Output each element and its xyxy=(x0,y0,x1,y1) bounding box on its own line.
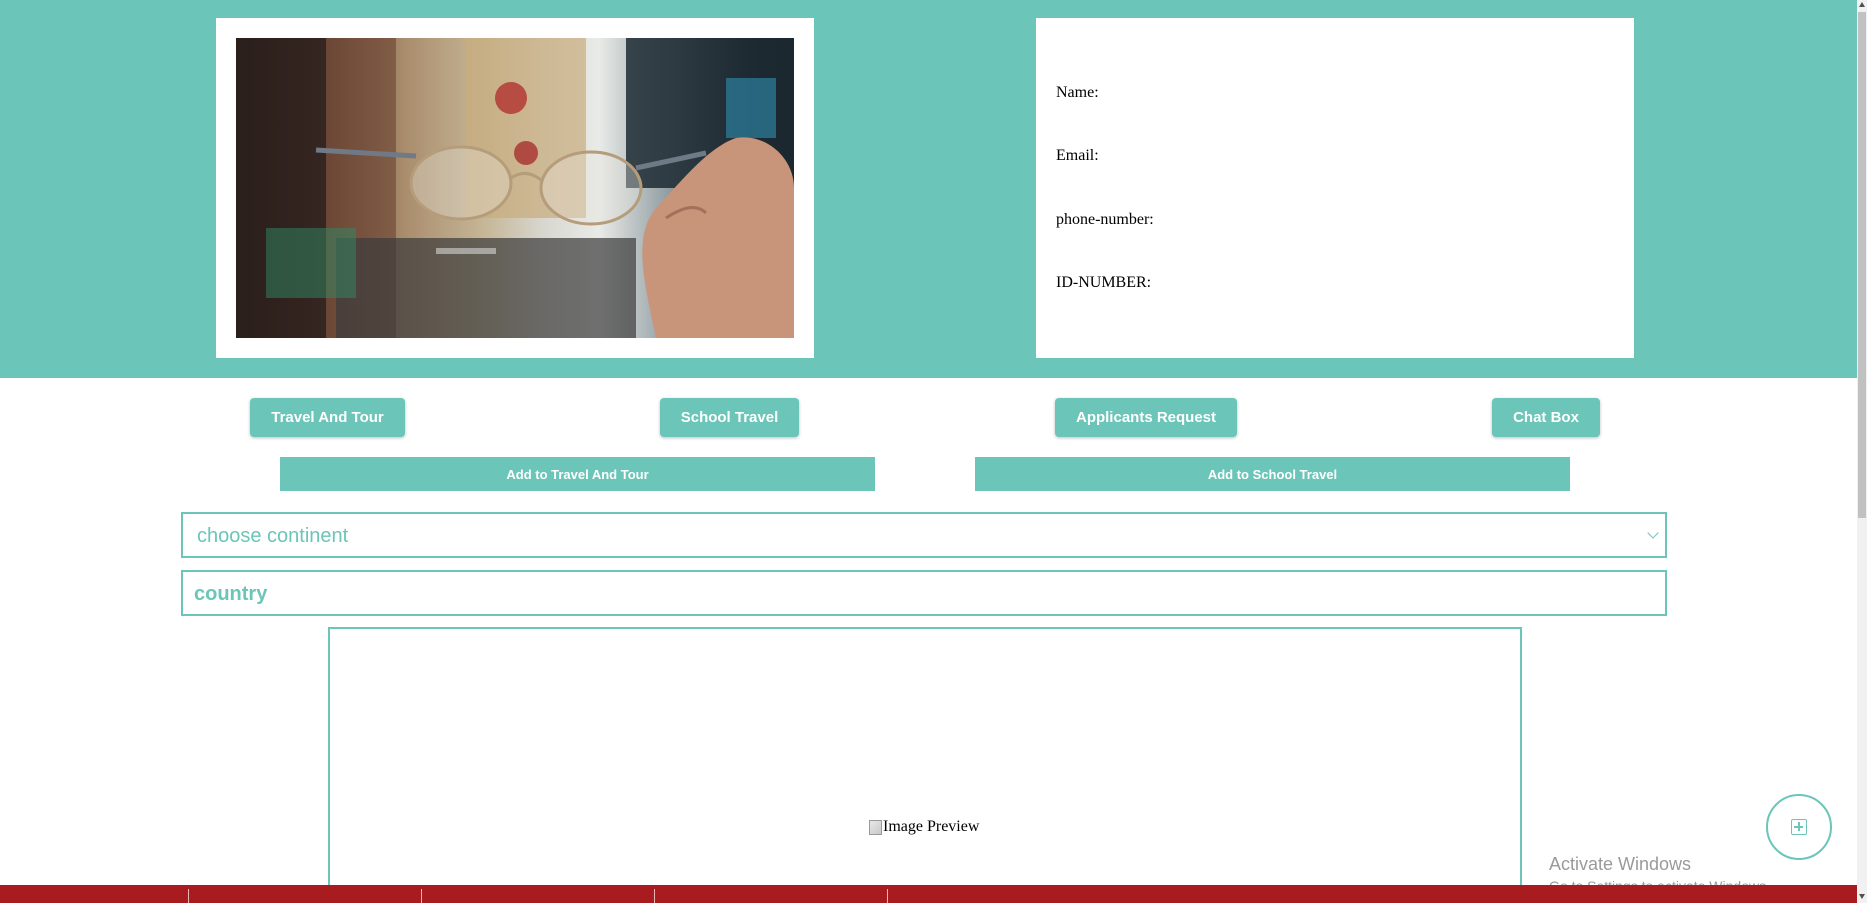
country-input[interactable]: country xyxy=(181,570,1667,616)
travel-and-tour-button[interactable]: Travel And Tour xyxy=(250,398,405,437)
image-preview-alt: Image Preview xyxy=(883,818,980,835)
school-travel-button[interactable]: School Travel xyxy=(660,398,799,437)
image-preview: Image Preview xyxy=(869,818,979,836)
broken-image-icon xyxy=(869,819,882,835)
scroll-up-arrow-icon[interactable] xyxy=(1859,2,1865,7)
country-placeholder: country xyxy=(194,583,268,605)
footer-divider xyxy=(188,889,189,903)
footer-divider xyxy=(887,889,888,903)
name-label: Name: xyxy=(1056,84,1099,101)
chevron-down-icon xyxy=(1647,527,1659,539)
profile-card: Name: Email: phone-number: ID-NUMBER: xyxy=(1036,18,1634,358)
header-band: Name: Email: phone-number: ID-NUMBER: xyxy=(0,0,1857,378)
add-square-icon xyxy=(1791,819,1807,835)
email-label: Email: xyxy=(1056,147,1099,164)
footer-divider xyxy=(654,889,655,903)
add-fab-button[interactable] xyxy=(1766,794,1832,860)
add-to-travel-and-tour-button[interactable]: Add to Travel And Tour xyxy=(280,457,875,491)
photo-card xyxy=(216,18,814,358)
header-photo xyxy=(236,38,794,338)
scroll-thumb[interactable] xyxy=(1858,12,1866,518)
id-number-label: ID-NUMBER: xyxy=(1056,274,1152,291)
chat-box-button[interactable]: Chat Box xyxy=(1492,398,1600,437)
footer-divider xyxy=(421,889,422,903)
scroll-down-arrow-icon[interactable] xyxy=(1859,894,1865,899)
image-preview-box xyxy=(328,627,1522,903)
vertical-scrollbar[interactable] xyxy=(1857,0,1867,903)
applicants-request-button[interactable]: Applicants Request xyxy=(1055,398,1237,437)
footer-bar xyxy=(0,885,1857,903)
phone-number-label: phone-number: xyxy=(1056,211,1154,228)
add-to-school-travel-button[interactable]: Add to School Travel xyxy=(975,457,1570,491)
continent-select[interactable]: choose continent xyxy=(181,512,1667,558)
continent-select-value: choose continent xyxy=(197,525,349,547)
watermark-title: Activate Windows xyxy=(1549,854,1692,874)
